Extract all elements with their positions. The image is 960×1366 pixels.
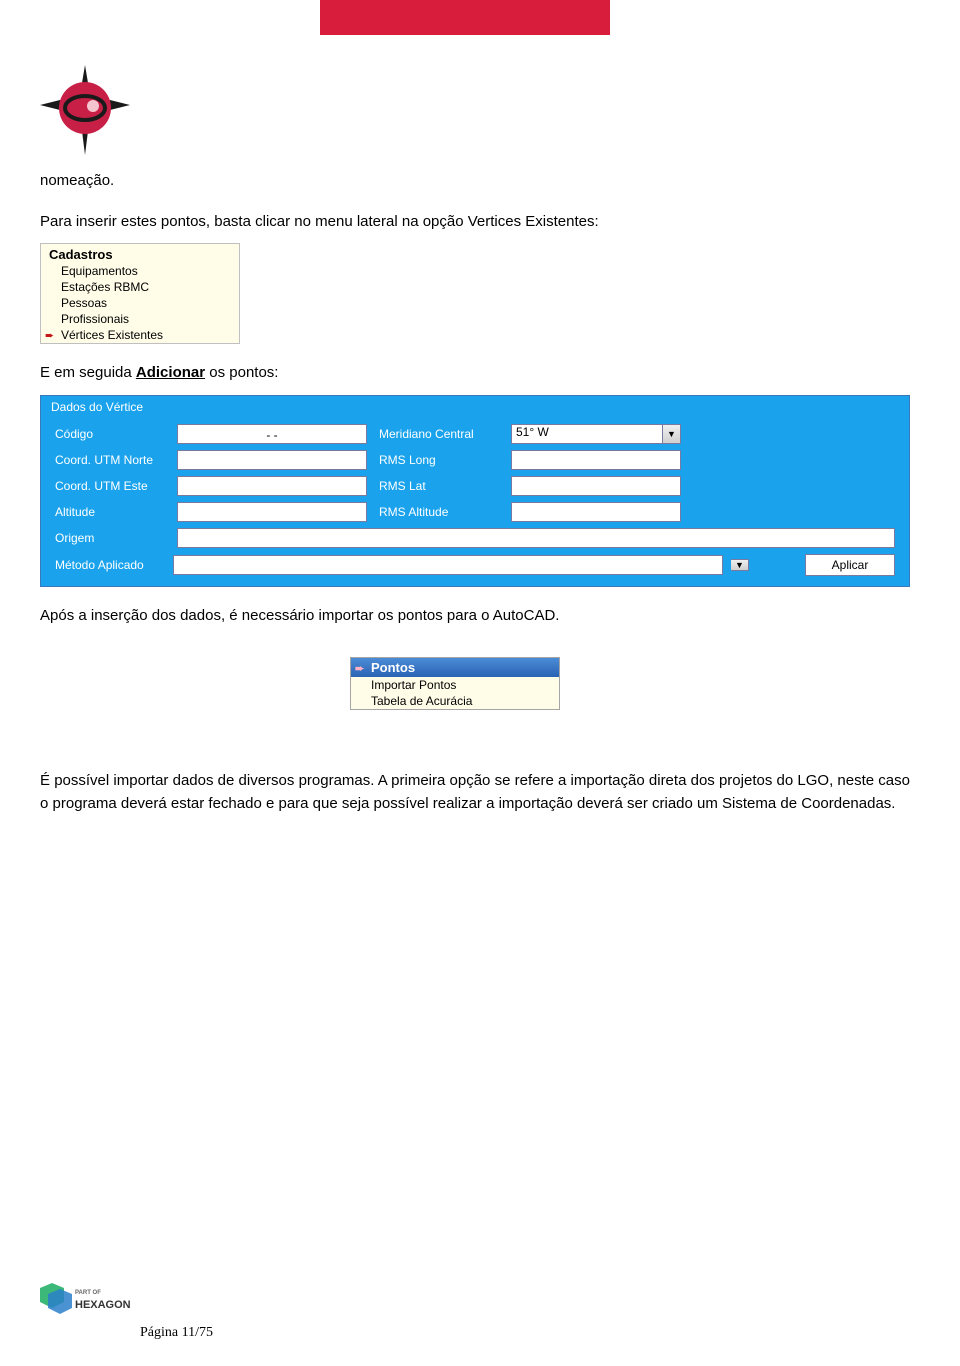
- menu-header-label: Pontos: [371, 660, 415, 675]
- codigo-input[interactable]: - -: [177, 424, 367, 444]
- hexagon-logo: PART OF HEXAGON: [30, 1280, 130, 1320]
- norte-input[interactable]: [177, 450, 367, 470]
- app-logo: [35, 60, 135, 160]
- origem-input[interactable]: [177, 528, 895, 548]
- aplicar-button[interactable]: Aplicar: [805, 554, 895, 576]
- paragraph: É possível importar dados de diversos pr…: [40, 770, 910, 815]
- chevron-down-icon[interactable]: ▼: [663, 424, 681, 444]
- este-label: Coord. UTM Este: [55, 479, 165, 493]
- paragraph: Para inserir estes pontos, basta clicar …: [40, 211, 910, 234]
- svg-text:HEXAGON: HEXAGON: [75, 1299, 130, 1311]
- menu-header: Cadastros: [41, 244, 239, 263]
- cadastros-menu-screenshot: Cadastros Equipamentos Estações RBMC Pes…: [40, 243, 240, 344]
- metodo-select[interactable]: [173, 555, 723, 575]
- paragraph: Após a inserção dos dados, é necessário …: [40, 605, 910, 628]
- vertice-form-screenshot: Dados do Vértice Código - - Meridiano Ce…: [40, 395, 910, 587]
- meridiano-label: Meridiano Central: [379, 427, 499, 441]
- menu-header[interactable]: ➨ Pontos: [351, 658, 559, 677]
- codigo-label: Código: [55, 427, 165, 441]
- origem-label: Origem: [55, 531, 165, 545]
- menu-item[interactable]: Tabela de Acurácia: [351, 693, 559, 709]
- rms-long-label: RMS Long: [379, 453, 499, 467]
- este-input[interactable]: [177, 476, 367, 496]
- fieldset-legend: Dados do Vértice: [41, 396, 909, 414]
- metodo-label: Método Aplicado: [55, 558, 165, 572]
- altitude-input[interactable]: [177, 502, 367, 522]
- rms-alt-input[interactable]: [511, 502, 681, 522]
- menu-item[interactable]: ➨ Vértices Existentes: [41, 327, 239, 343]
- arrow-icon: ➨: [355, 662, 364, 675]
- rms-lat-input[interactable]: [511, 476, 681, 496]
- altitude-label: Altitude: [55, 505, 165, 519]
- pontos-menu-screenshot: ➨ Pontos Importar Pontos Tabela de Acurá…: [350, 657, 560, 710]
- menu-item[interactable]: Profissionais: [41, 311, 239, 327]
- menu-item[interactable]: Pessoas: [41, 295, 239, 311]
- paragraph: E em seguida Adicionar os pontos:: [40, 362, 910, 385]
- menu-item[interactable]: Equipamentos: [41, 263, 239, 279]
- rms-alt-label: RMS Altitude: [379, 505, 499, 519]
- menu-item[interactable]: Importar Pontos: [351, 677, 559, 693]
- rms-long-input[interactable]: [511, 450, 681, 470]
- page-number: Página 11/75: [140, 1325, 213, 1341]
- header-bar: [320, 0, 610, 35]
- meridiano-select[interactable]: 51° W: [511, 424, 663, 444]
- menu-item-label: Vértices Existentes: [61, 328, 163, 342]
- paragraph: nomeação.: [40, 170, 910, 193]
- chevron-down-icon[interactable]: ▼: [731, 559, 749, 571]
- svg-text:PART OF: PART OF: [75, 1290, 101, 1296]
- norte-label: Coord. UTM Norte: [55, 453, 165, 467]
- arrow-icon: ➨: [45, 329, 54, 342]
- rms-lat-label: RMS Lat: [379, 479, 499, 493]
- menu-item[interactable]: Estações RBMC: [41, 279, 239, 295]
